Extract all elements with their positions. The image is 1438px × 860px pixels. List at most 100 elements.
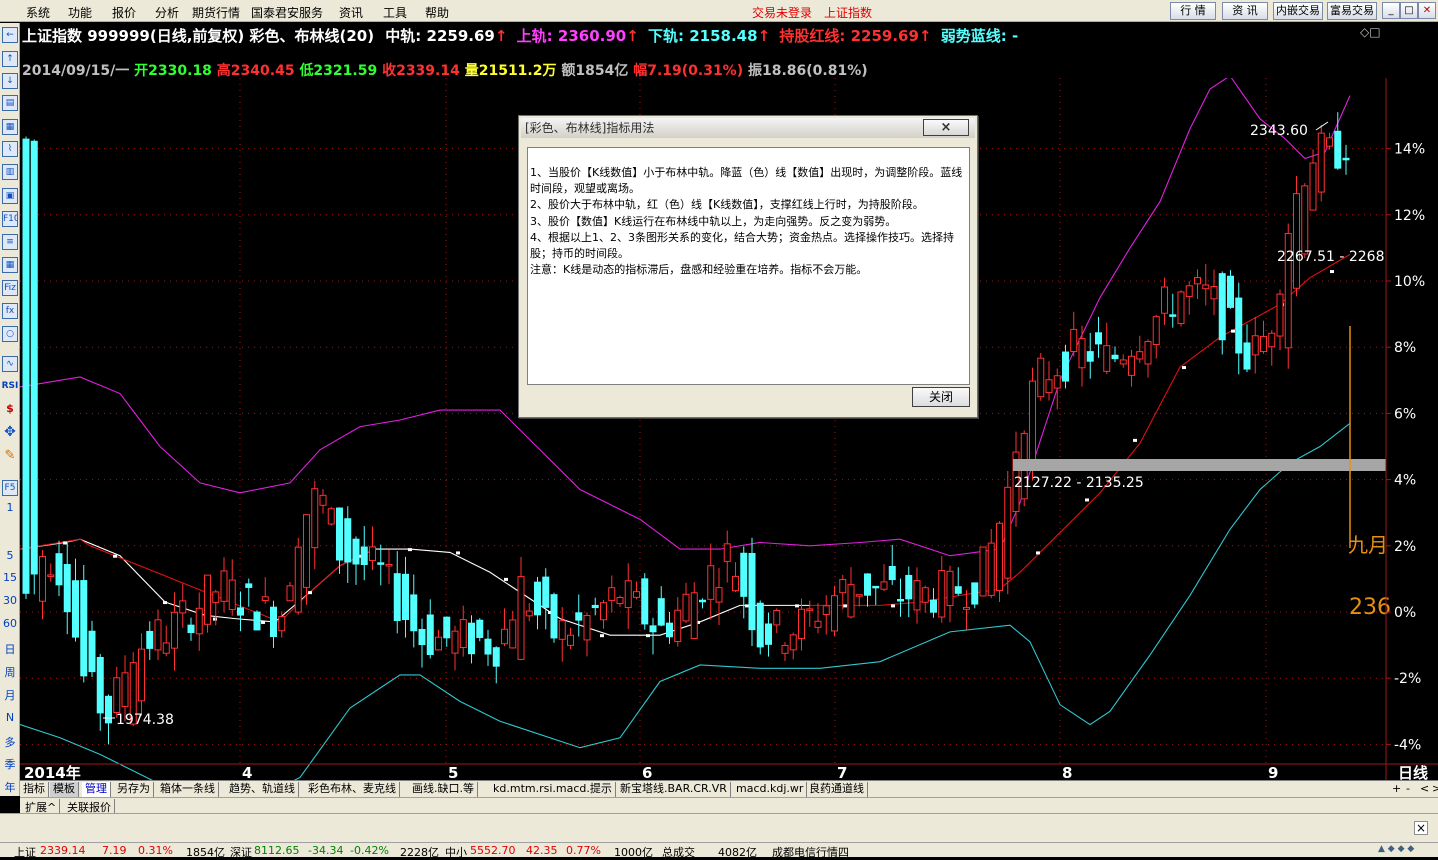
candle-down — [253, 611, 261, 631]
menu-analysis[interactable]: 分析 — [155, 4, 179, 21]
y-tick-label: 10% — [1394, 274, 1425, 290]
period-month[interactable]: 月 — [0, 687, 20, 703]
news-ticker[interactable]: 成都电信行情四 — [772, 844, 849, 860]
table-icon[interactable]: ▦ — [2, 119, 18, 135]
quote-button[interactable]: 行 情 — [1170, 2, 1216, 20]
period-1min[interactable]: 1 — [0, 501, 20, 514]
menu-info[interactable]: 资讯 — [339, 4, 363, 21]
calendar-icon[interactable]: ▦ — [2, 257, 18, 273]
menu-help[interactable]: 帮助 — [425, 4, 449, 21]
report-icon[interactable]: ▤ — [2, 95, 18, 111]
minimize-icon[interactable]: _ — [1382, 2, 1400, 19]
period-year[interactable]: 年 — [0, 779, 20, 795]
notes-icon[interactable]: ≡ — [2, 234, 18, 250]
amplitude-value: 振18.86(0.81%) — [748, 63, 868, 79]
mid-band-dot — [646, 634, 650, 638]
panel-close-icon[interactable]: × — [1414, 821, 1428, 835]
dollar-icon[interactable]: $ — [0, 402, 20, 415]
tab-manage[interactable]: 管理 — [82, 782, 111, 797]
bottom-panel: × — [0, 813, 1438, 842]
tab-tower-bar-cr-vr[interactable]: 新宝塔线.BAR.CR.VR — [617, 782, 731, 797]
period-week[interactable]: 周 — [0, 664, 20, 680]
high-value: 高2340.45 — [216, 63, 295, 79]
down-arrow-icon[interactable]: ↓ — [2, 73, 18, 89]
window-options-icon[interactable]: ◇□ — [1360, 25, 1381, 39]
tab-drawing-gap[interactable]: 画线.缺口.等 — [409, 782, 478, 797]
period-60min[interactable]: 60 — [0, 617, 20, 630]
mid-band-dot — [795, 604, 799, 608]
mid-band-dot — [1330, 270, 1334, 274]
info-button[interactable]: 资 讯 — [1222, 2, 1268, 20]
formula-icon[interactable]: fx — [2, 303, 18, 319]
candle-up — [1070, 328, 1078, 353]
period-30min[interactable]: 30 — [0, 594, 20, 607]
tab-add-icon[interactable]: + — [1392, 782, 1401, 795]
tab-trend-channel[interactable]: 趋势、轨道线 — [226, 782, 299, 797]
period-n[interactable]: N — [0, 711, 20, 724]
candle-up — [1128, 355, 1135, 376]
candle-up — [1161, 286, 1168, 314]
menu-quote[interactable]: 报价 — [112, 4, 136, 21]
close-window-icon[interactable]: ✕ — [1418, 2, 1436, 19]
dialog-ok-button[interactable]: 关闭 — [912, 387, 970, 407]
candle-up — [707, 565, 715, 600]
candle-up — [723, 543, 731, 562]
menu-futures[interactable]: 期货行情 — [192, 4, 240, 21]
mid-up-arrow-icon: ↑ — [494, 27, 508, 45]
period-day[interactable]: 日 — [0, 641, 20, 657]
tab-kd-mtm-rsi-macd[interactable]: kd.mtm.rsi.macd.提示 — [490, 782, 616, 797]
dialog-close-button[interactable]: × — [923, 119, 969, 136]
candle-down — [534, 581, 541, 616]
circle-icon[interactable]: ○ — [2, 326, 18, 342]
candle-up — [1119, 359, 1127, 365]
candle-up — [1037, 357, 1045, 398]
volume-value: 量21511.2万 — [464, 63, 557, 79]
wave-icon[interactable]: ∿ — [2, 356, 18, 372]
candle-up — [682, 593, 690, 622]
trend-chart-icon[interactable]: ⌇ — [2, 141, 18, 157]
period-quarter[interactable]: 季 — [0, 756, 20, 772]
tab-remove-icon[interactable]: - — [1406, 782, 1410, 795]
indicator-header: 上证指数 999999(日线,前复权) 彩色、布林线(20) 中轨: 2259.… — [22, 25, 1018, 46]
candle-up — [220, 570, 228, 602]
tab-color-bollinger[interactable]: 彩色布林、麦克线 — [305, 782, 400, 797]
rsi-icon[interactable]: RSI — [0, 381, 20, 391]
period-multi[interactable]: 多 — [0, 734, 20, 750]
menu-system[interactable]: 系统 — [26, 4, 50, 21]
menu-gtja-service[interactable]: 国泰君安服务 — [251, 4, 323, 21]
total-label: 总成交 — [662, 846, 695, 859]
tab-box-line[interactable]: 箱体一条线 — [157, 782, 219, 797]
period-15min[interactable]: 15 — [0, 571, 20, 584]
move-icon[interactable]: ✥ — [0, 424, 20, 440]
candle-up — [171, 611, 178, 649]
menu-tools[interactable]: 工具 — [383, 4, 407, 21]
tab-save-as[interactable]: 另存为 — [114, 782, 154, 797]
candle-down — [666, 622, 673, 638]
tab-scroll-right-icon[interactable]: > — [1432, 782, 1438, 795]
bar-chart-icon[interactable]: ▥ — [2, 164, 18, 180]
tab-indicator[interactable]: 指标 — [20, 782, 49, 797]
tab-template[interactable]: 模板 — [50, 782, 79, 797]
candle-down — [80, 580, 88, 677]
f10-icon[interactable]: F10 — [2, 211, 18, 227]
multi-window-icon[interactable]: ▣ — [2, 188, 18, 204]
pencil-icon[interactable]: ✎ — [0, 448, 20, 463]
menu-function[interactable]: 功能 — [68, 4, 92, 21]
tab-macd-kdj-wr[interactable]: macd.kdj.wr — [733, 782, 808, 797]
f5-icon[interactable]: F5 — [2, 480, 18, 496]
maximize-icon[interactable]: □ — [1400, 2, 1418, 19]
tab-good-channel[interactable]: 良药通道线 — [806, 782, 868, 797]
candle-up — [138, 648, 145, 702]
fuyi-trade-button[interactable]: 富易交易 — [1327, 2, 1377, 20]
embedded-trade-button[interactable]: 内嵌交易 — [1273, 2, 1323, 20]
fiz-icon[interactable]: Fiz — [2, 280, 18, 296]
back-arrow-icon[interactable]: ← — [2, 27, 18, 43]
candle-down — [1086, 351, 1094, 362]
up-arrow-icon[interactable]: ↑ — [2, 51, 18, 67]
candle-up — [1268, 332, 1276, 348]
candle-up — [608, 587, 616, 601]
tab-scroll-left-icon[interactable]: < — [1420, 782, 1429, 795]
zx-change: 42.35 — [526, 844, 558, 857]
period-5min[interactable]: 5 — [0, 549, 20, 562]
close-value: 收2339.14 — [382, 63, 460, 79]
